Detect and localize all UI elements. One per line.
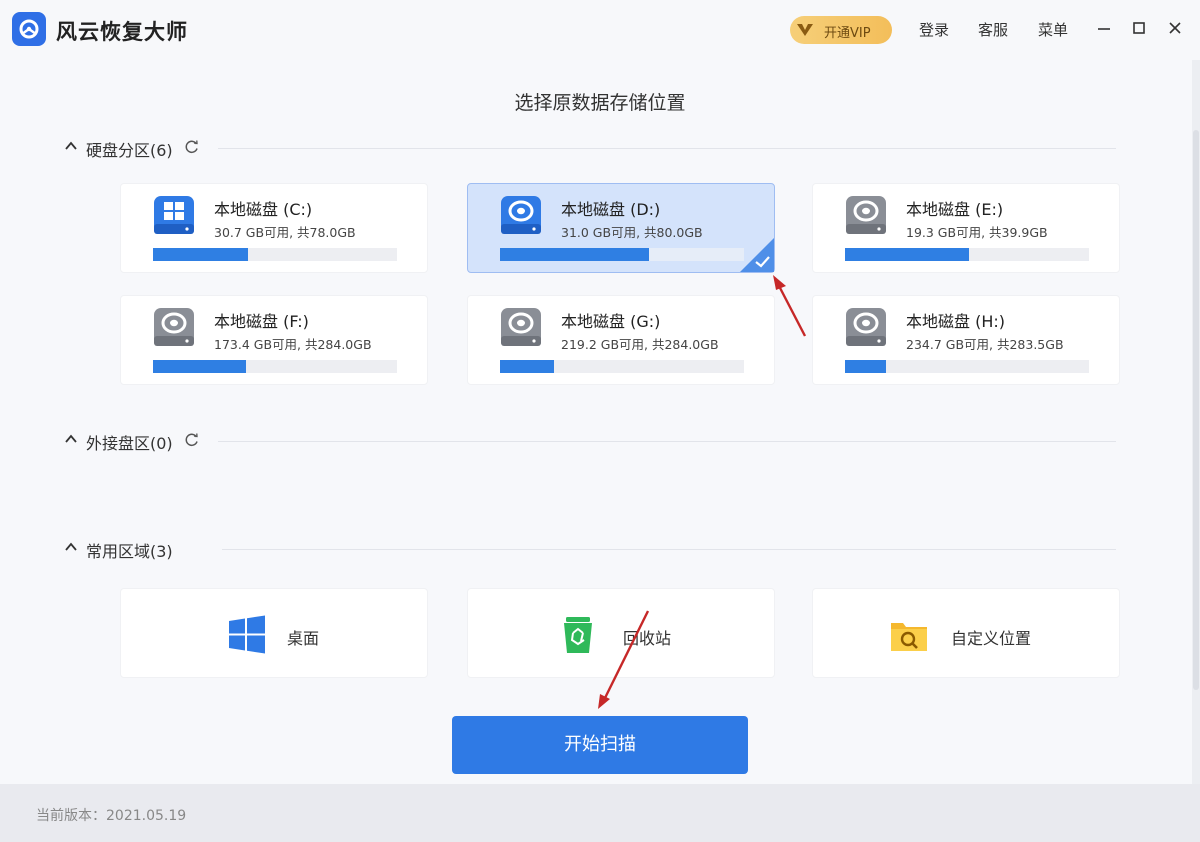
section-disks-toggle[interactable]: 硬盘分区(6) <box>62 135 212 160</box>
hard-drive-icon <box>501 308 541 346</box>
refresh-icon[interactable] <box>184 139 200 155</box>
section-external-label: 外接盘区(0) <box>86 434 173 453</box>
disk-size: 31.0 GB可用, 共80.0GB <box>561 225 703 240</box>
disk-usage-fill <box>153 248 249 261</box>
menu-link[interactable]: 菜单 <box>1038 19 1068 40</box>
disk-usage-bar <box>845 360 1089 373</box>
close-icon <box>1169 22 1181 34</box>
section-divider <box>222 549 1116 550</box>
vip-label: 开通VIP <box>824 26 871 41</box>
hard-drive-icon <box>501 196 541 234</box>
minimize-button[interactable] <box>1092 16 1116 40</box>
area-card-recycle-bin[interactable]: 回收站 <box>467 588 775 678</box>
scrollbar-thumb[interactable] <box>1193 130 1199 690</box>
area-card-custom-location[interactable]: 自定义位置 <box>812 588 1120 678</box>
disk-name: 本地磁盘 (C:) <box>214 200 313 219</box>
chevron-up-icon <box>65 542 77 551</box>
disk-card-h[interactable]: 本地磁盘 (H:) 234.7 GB可用, 共283.5GB <box>812 295 1120 385</box>
disk-usage-bar <box>500 360 744 373</box>
disk-usage-fill <box>500 360 554 373</box>
disk-name: 本地磁盘 (F:) <box>214 312 309 331</box>
disk-usage-fill <box>845 248 970 261</box>
disk-usage-fill <box>845 360 887 373</box>
section-external-toggle[interactable]: 外接盘区(0) <box>62 428 212 453</box>
app-window: 风云恢复大师 开通VIP 登录 客服 菜单 选择原数据存储位置 硬盘分区(6) <box>0 0 1200 842</box>
disk-name: 本地磁盘 (D:) <box>561 200 661 219</box>
disk-name: 本地磁盘 (H:) <box>906 312 1005 331</box>
chevron-up-icon <box>65 141 77 150</box>
disk-card-e[interactable]: 本地磁盘 (E:) 19.3 GB可用, 共39.9GB <box>812 183 1120 273</box>
disk-card-d[interactable]: 本地磁盘 (D:) 31.0 GB可用, 共80.0GB <box>467 183 775 273</box>
section-divider <box>218 148 1116 149</box>
area-label: 自定义位置 <box>951 629 1032 648</box>
hard-drive-icon <box>846 308 886 346</box>
login-link[interactable]: 登录 <box>919 19 949 40</box>
start-scan-button[interactable]: 开始扫描 <box>452 716 748 774</box>
disk-size: 173.4 GB可用, 共284.0GB <box>214 337 372 352</box>
windows-icon <box>229 615 265 654</box>
disk-usage-bar <box>500 248 744 261</box>
area-label: 桌面 <box>287 629 320 648</box>
area-label: 回收站 <box>623 629 672 648</box>
close-button[interactable] <box>1163 16 1187 40</box>
vip-badge-icon <box>797 24 813 36</box>
page-title: 选择原数据存储位置 <box>514 92 686 114</box>
maximize-icon <box>1133 22 1145 34</box>
disk-card-g[interactable]: 本地磁盘 (G:) 219.2 GB可用, 共284.0GB <box>467 295 775 385</box>
minimize-icon <box>1098 28 1110 30</box>
title-bar: 风云恢复大师 开通VIP 登录 客服 菜单 <box>0 0 1200 60</box>
disk-size: 19.3 GB可用, 共39.9GB <box>906 225 1048 240</box>
scrollbar[interactable] <box>1192 60 1200 784</box>
disk-name: 本地磁盘 (E:) <box>906 200 1004 219</box>
selected-check-icon <box>740 238 774 272</box>
section-divider <box>218 441 1116 442</box>
folder-search-icon <box>891 623 927 651</box>
maximize-button[interactable] <box>1127 16 1151 40</box>
app-title: 风云恢复大师 <box>56 20 188 44</box>
refresh-icon[interactable] <box>184 432 200 448</box>
section-common-label: 常用区域(3) <box>86 542 173 561</box>
vip-button[interactable]: 开通VIP <box>790 16 892 44</box>
disk-size: 234.7 GB可用, 共283.5GB <box>906 337 1064 352</box>
disk-card-f[interactable]: 本地磁盘 (F:) 173.4 GB可用, 共284.0GB <box>120 295 428 385</box>
disk-usage-fill <box>500 248 649 261</box>
disk-usage-bar <box>845 248 1089 261</box>
status-bar: 当前版本：2021.05.19 <box>0 784 1200 842</box>
section-common-toggle[interactable]: 常用区域(3) <box>62 536 202 561</box>
windows-drive-icon <box>154 196 194 234</box>
disk-usage-bar <box>153 248 397 261</box>
hard-drive-icon <box>846 196 886 234</box>
disk-usage-fill <box>153 360 246 373</box>
hard-drive-icon <box>154 308 194 346</box>
section-disks-label: 硬盘分区(6) <box>86 141 173 160</box>
disk-size: 30.7 GB可用, 共78.0GB <box>214 225 356 240</box>
disk-name: 本地磁盘 (G:) <box>561 312 661 331</box>
app-logo-icon <box>12 12 46 46</box>
disk-size: 219.2 GB可用, 共284.0GB <box>561 337 719 352</box>
service-link[interactable]: 客服 <box>978 19 1008 40</box>
disk-card-c[interactable]: 本地磁盘 (C:) 30.7 GB可用, 共78.0GB <box>120 183 428 273</box>
recycle-bin-icon <box>564 617 592 653</box>
chevron-up-icon <box>65 434 77 443</box>
area-card-desktop[interactable]: 桌面 <box>120 588 428 678</box>
disk-usage-bar <box>153 360 397 373</box>
version-label: 当前版本：2021.05.19 <box>36 808 187 824</box>
